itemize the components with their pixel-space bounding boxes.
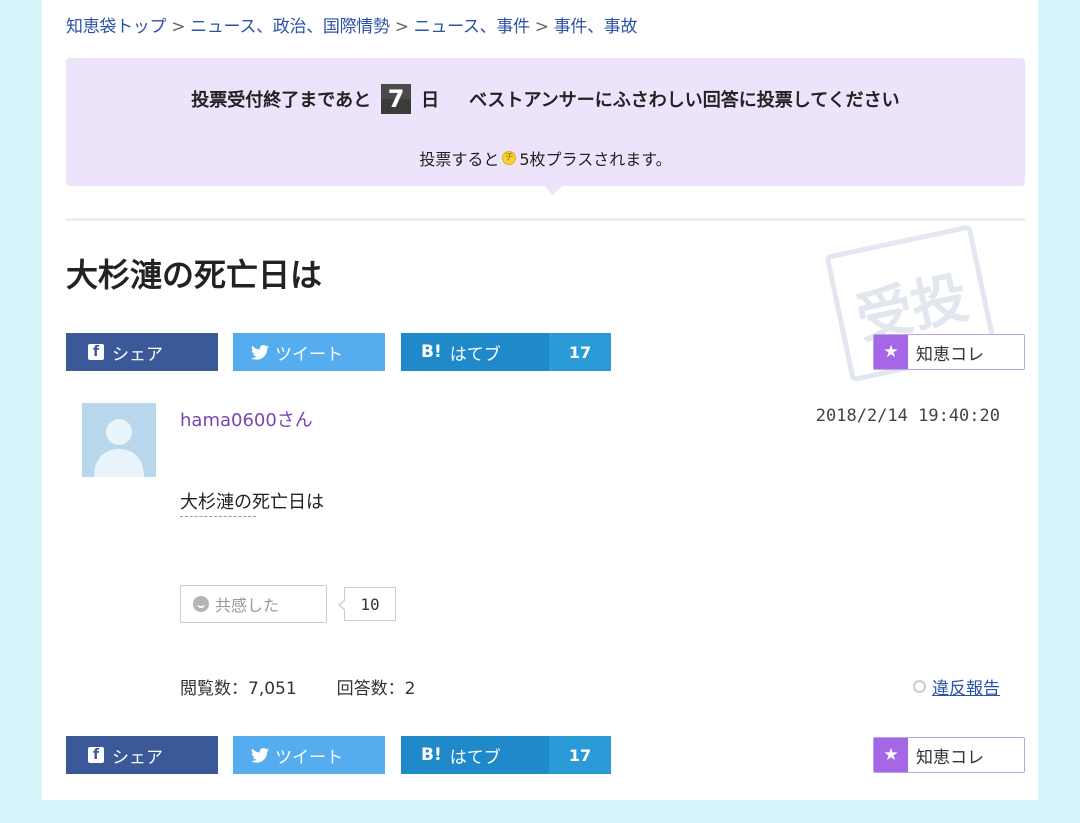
report-violation-link[interactable]: 違反報告 (932, 674, 1000, 699)
breadcrumb-separator: > (534, 17, 549, 37)
facebook-share-label: シェア (112, 344, 163, 365)
empathy-count: 10 (338, 587, 396, 621)
warning-icon (913, 680, 926, 693)
vote-deadline-line: 投票受付終了まであと 7 日 ベストアンサーにふさわしい回答に投票してください (66, 84, 1025, 114)
day-unit: 日 (421, 90, 440, 111)
chie-collection-label: 知恵コレ (916, 747, 984, 768)
question-card: 知恵袋トップ > ニュース、政治、国際情勢 > ニュース、事件 > 事件、事故 投票受付終了… (42, 0, 1038, 800)
divider (66, 218, 1025, 221)
report-violation: 違反報告 (913, 674, 1000, 699)
breadcrumb-separator: > (394, 17, 409, 37)
twitter-tweet-button[interactable]: ツイート (233, 333, 385, 371)
vote-message: ベストアンサーにふさわしい回答に投票してください (469, 90, 900, 111)
breadcrumb-item-news-incidents[interactable]: ニュース、事件 (414, 17, 530, 37)
hatena-bookmark-label: はてブ (449, 747, 501, 768)
breadcrumb-item-top[interactable]: 知恵袋トップ (66, 17, 167, 37)
user-silhouette-icon (82, 403, 156, 477)
smile-icon (193, 596, 209, 612)
star-icon: ★ (874, 335, 908, 369)
days-remaining: 7 (381, 84, 412, 114)
breadcrumb-item-accidents[interactable]: 事件、事故 (554, 17, 638, 37)
coin-icon: チ (502, 151, 517, 165)
share-bar-top: f シェア ツイート B! はてブ 17 ★ 知恵コレ (66, 333, 1025, 371)
facebook-share-label: シェア (112, 747, 163, 768)
author-name[interactable]: hama0600さん (180, 406, 313, 432)
breadcrumb-item-news-politics[interactable]: ニュース、政治、国際情勢 (190, 17, 390, 37)
twitter-bird-icon (251, 747, 269, 763)
facebook-icon: f (88, 747, 104, 763)
breadcrumb-separator: > (171, 17, 186, 37)
vote-stamp-watermark: 受投 (824, 220, 1021, 402)
hatena-bookmark-icon: B! (421, 745, 442, 765)
view-count: 閲覧数：7,051 (180, 679, 297, 699)
hatena-bookmark-count: 17 (549, 736, 611, 774)
hatena-bookmark-count: 17 (549, 333, 611, 371)
question-title: 大杉漣の死亡日は (66, 256, 323, 294)
vote-deadline-prefix: 投票受付終了まであと (191, 90, 372, 111)
hatena-bookmark-icon: B! (421, 342, 442, 362)
vote-notice: 投票受付終了まであと 7 日 ベストアンサーにふさわしい回答に投票してください … (66, 58, 1025, 195)
twitter-bird-icon (251, 344, 269, 360)
twitter-tweet-label: ツイート (275, 747, 343, 768)
chie-collection-button[interactable]: ★ 知恵コレ (873, 737, 1025, 773)
chie-collection-button[interactable]: ★ 知恵コレ (873, 334, 1025, 370)
vote-reward-line: 投票すると チ 5枚プラスされます。 (66, 146, 1025, 170)
vote-reward-prefix: 投票すると (419, 150, 500, 169)
facebook-share-button[interactable]: f シェア (66, 736, 218, 774)
chie-collection-label: 知恵コレ (916, 344, 984, 365)
empathy-button[interactable]: 共感した (180, 585, 327, 623)
hatena-bookmark-label: はてブ (449, 344, 501, 365)
empathy-label: 共感した (215, 596, 280, 615)
star-icon: ★ (874, 738, 908, 772)
facebook-share-button[interactable]: f シェア (66, 333, 218, 371)
avatar[interactable] (82, 403, 156, 477)
question-stats: 閲覧数：7,051 回答数：2 (180, 674, 416, 699)
question-body: 大杉漣の死亡日は (180, 488, 324, 517)
twitter-tweet-button[interactable]: ツイート (233, 736, 385, 774)
breadcrumb: 知恵袋トップ > ニュース、政治、国際情勢 > ニュース、事件 > 事件、事故 (66, 12, 637, 37)
question-body-text: 大杉漣の死亡日は (180, 492, 324, 513)
posted-timestamp: 2018/2/14 19:40:20 (815, 406, 1000, 426)
answer-count: 回答数：2 (336, 679, 416, 699)
hatena-bookmark-button[interactable]: B! はてブ 17 (401, 736, 611, 774)
facebook-icon: f (88, 344, 104, 360)
share-bar-bottom: f シェア ツイート B! はてブ 17 ★ 知恵コレ (66, 736, 1025, 774)
hatena-bookmark-button[interactable]: B! はてブ 17 (401, 333, 611, 371)
twitter-tweet-label: ツイート (275, 344, 343, 365)
vote-reward-suffix: 5枚プラスされます。 (519, 150, 672, 169)
